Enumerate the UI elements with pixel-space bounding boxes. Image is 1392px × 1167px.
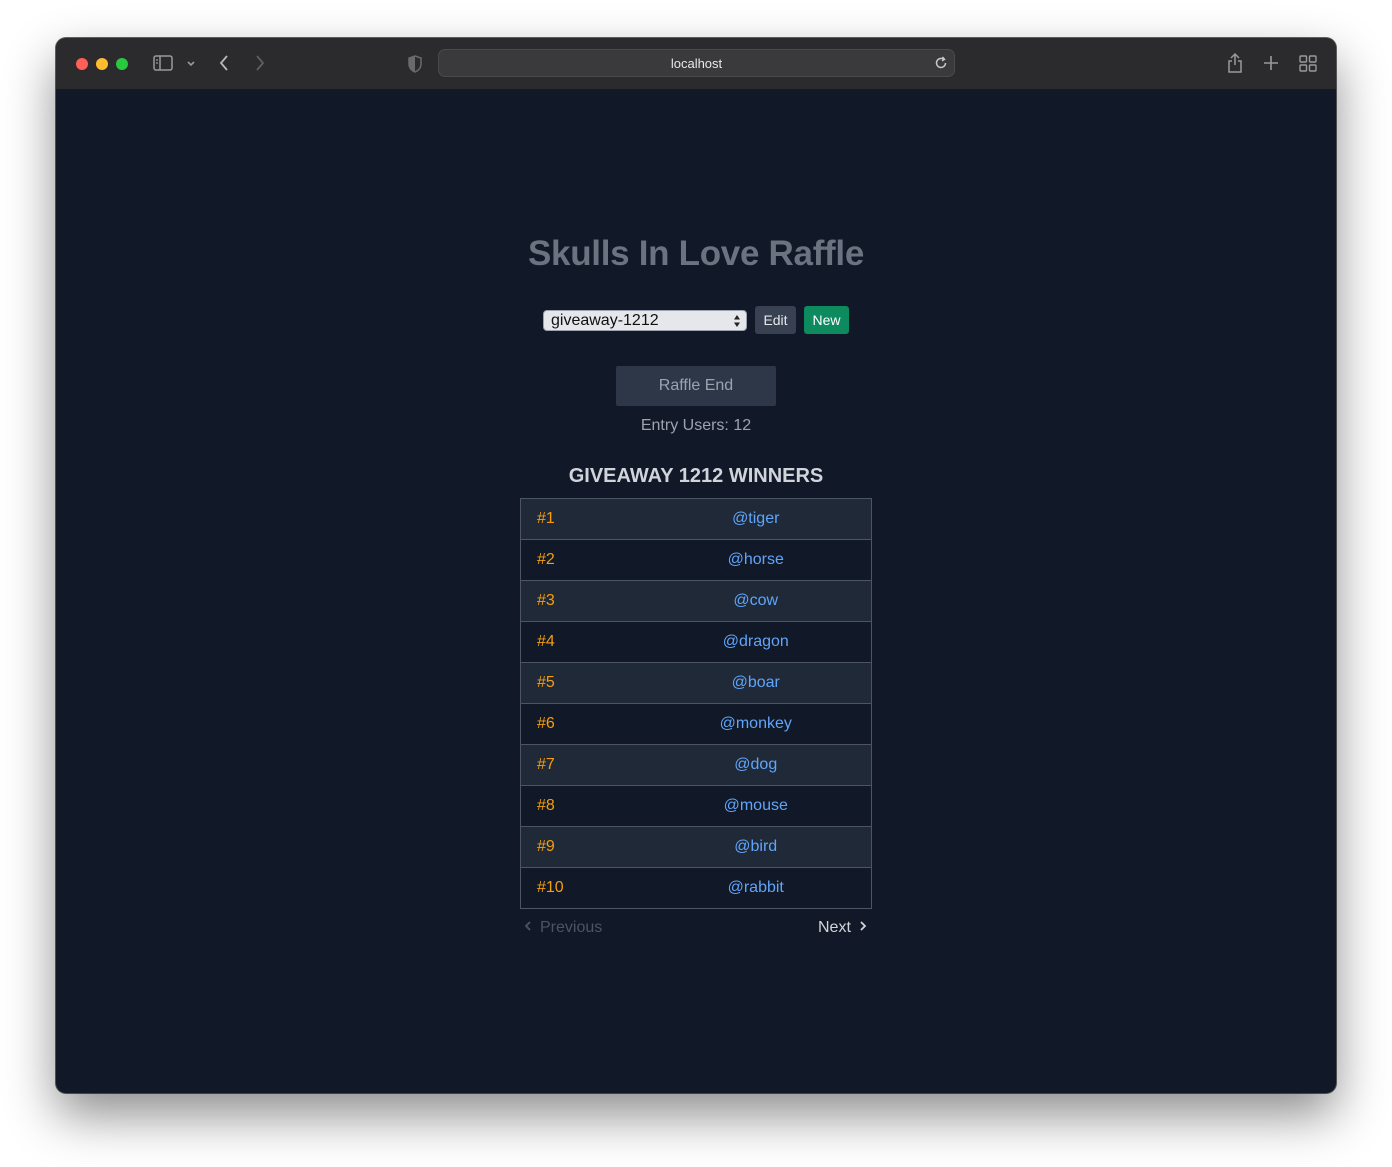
winner-username-link[interactable]: @horse (640, 539, 872, 581)
table-row: #3 @cow (520, 580, 872, 622)
winner-rank: #6 (520, 703, 641, 745)
table-row: #10 @rabbit (520, 867, 872, 909)
table-row: #6 @monkey (520, 703, 872, 745)
winner-username-link[interactable]: @rabbit (640, 867, 872, 909)
winner-username-link[interactable]: @monkey (640, 703, 872, 745)
winner-rank: #5 (520, 662, 641, 704)
winner-username-link[interactable]: @cow (640, 580, 872, 622)
winner-rank: #7 (520, 744, 641, 786)
plus-icon[interactable] (1263, 55, 1279, 71)
raffle-end-button[interactable]: Raffle End (616, 366, 776, 406)
winners-table: #1 @tiger #2 @horse #3 @cow #4 @dragon #5 @bo… (520, 498, 872, 909)
winner-rank: #9 (520, 826, 641, 868)
next-page-button[interactable]: Next (818, 919, 867, 937)
giveaway-select[interactable]: giveaway-1212 (543, 310, 747, 331)
table-row: #4 @dragon (520, 621, 872, 663)
winner-username-link[interactable]: @boar (640, 662, 872, 704)
chevron-down-icon[interactable] (186, 60, 196, 68)
table-row: #9 @bird (520, 826, 872, 868)
winner-username-link[interactable]: @dog (640, 744, 872, 786)
tab-overview-icon[interactable] (1299, 55, 1317, 72)
winner-rank: #3 (520, 580, 641, 622)
table-row: #7 @dog (520, 744, 872, 786)
winner-username-link[interactable]: @dragon (640, 621, 872, 663)
share-icon[interactable] (1226, 52, 1244, 74)
sidebar-icon[interactable] (153, 54, 173, 72)
address-bar[interactable]: localhost (438, 49, 955, 77)
browser-window: localhost Skulls In Love Raffle giveaway… (56, 38, 1336, 1093)
winner-rank: #4 (520, 621, 641, 663)
page-content: Skulls In Love Raffle giveaway-1212 Edit… (56, 91, 1336, 1093)
winner-username-link[interactable]: @tiger (641, 499, 872, 540)
url-text: localhost (670, 56, 723, 71)
zoom-window-button[interactable] (116, 58, 128, 70)
forward-icon[interactable] (254, 54, 266, 72)
winner-rank: #1 (537, 510, 555, 527)
shield-icon[interactable] (408, 55, 422, 73)
table-row: #2 @horse (520, 539, 872, 581)
giveaway-select-value: giveaway-1212 (551, 312, 659, 329)
close-window-button[interactable] (76, 58, 88, 70)
winners-title: GIVEAWAY 1212 WINNERS (568, 465, 824, 487)
winner-rank: #10 (520, 867, 641, 909)
next-label: Next (818, 919, 851, 936)
entry-users-count: Entry Users: 12 (640, 417, 752, 434)
table-row: #8 @mouse (520, 785, 872, 827)
select-arrows-icon (733, 313, 741, 334)
chevron-right-icon (859, 919, 867, 937)
new-button[interactable]: New (804, 306, 849, 334)
winner-rank: #2 (520, 539, 641, 581)
chevron-left-icon (524, 919, 532, 937)
reload-icon[interactable] (934, 56, 948, 75)
winner-username-link[interactable]: @bird (640, 826, 872, 868)
previous-label: Previous (540, 919, 603, 936)
page-title: Skulls In Love Raffle (527, 234, 864, 273)
minimize-window-button[interactable] (96, 58, 108, 70)
winner-rank: #8 (520, 785, 641, 827)
winner-username-link[interactable]: @mouse (640, 785, 872, 827)
edit-button[interactable]: Edit (755, 306, 796, 334)
table-row: #5 @boar (520, 662, 872, 704)
browser-toolbar: localhost (56, 38, 1336, 90)
back-icon[interactable] (218, 54, 230, 72)
previous-page-button[interactable]: Previous (524, 919, 602, 937)
table-row: #1 @tiger (520, 498, 872, 540)
